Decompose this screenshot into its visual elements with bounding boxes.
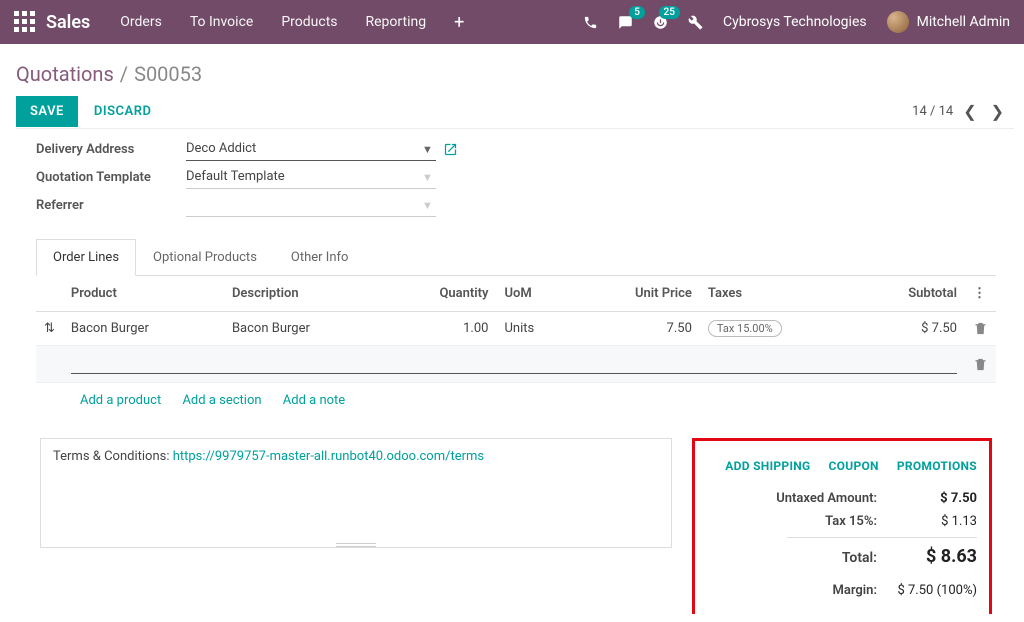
margin-value: $ 7.50 (100%)	[897, 583, 977, 598]
avatar-icon	[887, 11, 909, 33]
table-row[interactable]: ⇅ Bacon Burger Bacon Burger 1.00 Units 7…	[36, 312, 996, 346]
save-button[interactable]: SAVE	[16, 96, 78, 127]
col-taxes: Taxes	[700, 276, 854, 312]
activities-icon[interactable]: 25	[653, 14, 668, 30]
user-name: Mitchell Admin	[917, 14, 1010, 30]
terms-prefix: Terms & Conditions:	[53, 449, 173, 464]
pager-count: 14 / 14	[912, 104, 953, 119]
totals-panel: ADD SHIPPING COUPON PROMOTIONS Untaxed A…	[692, 438, 992, 614]
field-delivery-address: Delivery Address ▼	[36, 135, 996, 163]
debug-icon[interactable]	[688, 14, 703, 30]
referrer-label: Referrer	[36, 198, 186, 213]
dropdown-caret-icon[interactable]: ▼	[422, 171, 433, 184]
field-referrer: Referrer ▼	[36, 191, 996, 219]
nav-products[interactable]: Products	[281, 14, 337, 30]
tax-value: $ 1.13	[897, 514, 977, 529]
breadcrumb-current: S00053	[134, 62, 202, 86]
total-value: $ 8.63	[897, 546, 977, 567]
tab-order-lines[interactable]: Order Lines	[36, 239, 136, 276]
app-brand[interactable]: Sales	[46, 12, 90, 33]
breadcrumb-root[interactable]: Quotations	[16, 62, 114, 86]
terms-textarea[interactable]: Terms & Conditions: https://9979757-mast…	[40, 438, 672, 548]
activities-badge: 25	[659, 6, 680, 19]
new-line-input[interactable]	[71, 354, 957, 374]
cell-product[interactable]: Bacon Burger	[63, 312, 224, 346]
quotation-template-label: Quotation Template	[36, 170, 186, 185]
add-product-link[interactable]: Add a product	[80, 393, 161, 408]
add-links: Add a product Add a section Add a note	[36, 383, 996, 418]
cell-quantity[interactable]: 1.00	[385, 312, 496, 346]
coupon-button[interactable]: COUPON	[829, 459, 879, 473]
bottom-area: Terms & Conditions: https://9979757-mast…	[36, 438, 996, 614]
phone-icon[interactable]	[583, 14, 598, 30]
dropdown-caret-icon[interactable]: ▼	[422, 143, 433, 156]
tab-other-info[interactable]: Other Info	[274, 239, 366, 275]
company-selector[interactable]: Cybrosys Technologies	[723, 14, 867, 30]
tabs: Order Lines Optional Products Other Info	[36, 239, 996, 276]
margin-label: Margin:	[833, 583, 878, 598]
delivery-address-input[interactable]	[186, 137, 436, 161]
referrer-input[interactable]	[186, 193, 436, 217]
col-quantity: Quantity	[385, 276, 496, 312]
col-product: Product	[63, 276, 224, 312]
terms-link[interactable]: https://9979757-master-all.runbot40.odoo…	[173, 449, 484, 464]
pager: 14 / 14 ❮ ❯	[912, 100, 1008, 123]
promotions-button[interactable]: PROMOTIONS	[897, 459, 977, 473]
cell-subtotal: $ 7.50	[854, 312, 965, 346]
pager-next-icon[interactable]: ❯	[987, 100, 1008, 123]
nav-to-invoice[interactable]: To Invoice	[190, 14, 254, 30]
order-lines-table: Product Description Quantity UoM Unit Pr…	[36, 276, 996, 383]
tab-optional-products[interactable]: Optional Products	[136, 239, 274, 275]
new-line-row	[36, 346, 996, 383]
trash-icon[interactable]	[973, 321, 988, 336]
cell-description[interactable]: Bacon Burger	[224, 312, 385, 346]
cell-uom[interactable]: Units	[496, 312, 574, 346]
tax-badge: Tax 15.00%	[708, 320, 782, 337]
field-quotation-template: Quotation Template ▼	[36, 163, 996, 191]
user-menu[interactable]: Mitchell Admin	[887, 11, 1010, 33]
col-subtotal: Subtotal	[854, 276, 965, 312]
top-navbar: Sales Orders To Invoice Products Reporti…	[0, 0, 1024, 44]
add-menu-icon[interactable]: +	[454, 12, 464, 33]
cell-taxes[interactable]: Tax 15.00%	[700, 312, 854, 346]
discard-button[interactable]: DISCARD	[94, 104, 152, 119]
trash-icon[interactable]	[973, 356, 988, 371]
form-scroll[interactable]: Delivery Address ▼ Quotation Template ▼ …	[16, 128, 1014, 614]
breadcrumb: Quotations / S00053	[0, 44, 1024, 96]
dropdown-caret-icon[interactable]: ▼	[422, 199, 433, 212]
untaxed-label: Untaxed Amount:	[776, 491, 877, 506]
add-shipping-button[interactable]: ADD SHIPPING	[725, 459, 810, 473]
quotation-template-input[interactable]	[186, 165, 436, 189]
total-label: Total:	[842, 550, 877, 566]
messages-icon[interactable]: 5	[618, 14, 633, 30]
col-unit-price: Unit Price	[575, 276, 700, 312]
breadcrumb-sep: /	[120, 62, 128, 86]
pager-prev-icon[interactable]: ❮	[959, 100, 980, 123]
external-link-icon[interactable]	[443, 141, 458, 157]
col-options-icon[interactable]: ⋮	[965, 276, 996, 312]
apps-menu-icon[interactable]	[14, 11, 36, 33]
drag-handle-icon[interactable]: ⇅	[36, 312, 63, 346]
add-note-link[interactable]: Add a note	[283, 393, 345, 408]
col-description: Description	[224, 276, 385, 312]
resize-handle-icon[interactable]	[336, 543, 376, 547]
cell-unit-price[interactable]: 7.50	[575, 312, 700, 346]
untaxed-value: $ 7.50	[897, 491, 977, 506]
add-section-link[interactable]: Add a section	[182, 393, 261, 408]
col-uom: UoM	[496, 276, 574, 312]
tax-label: Tax 15%:	[825, 514, 877, 529]
nav-reporting[interactable]: Reporting	[366, 14, 427, 30]
delivery-address-label: Delivery Address	[36, 142, 186, 157]
nav-orders[interactable]: Orders	[120, 14, 162, 30]
messages-badge: 5	[629, 6, 645, 19]
